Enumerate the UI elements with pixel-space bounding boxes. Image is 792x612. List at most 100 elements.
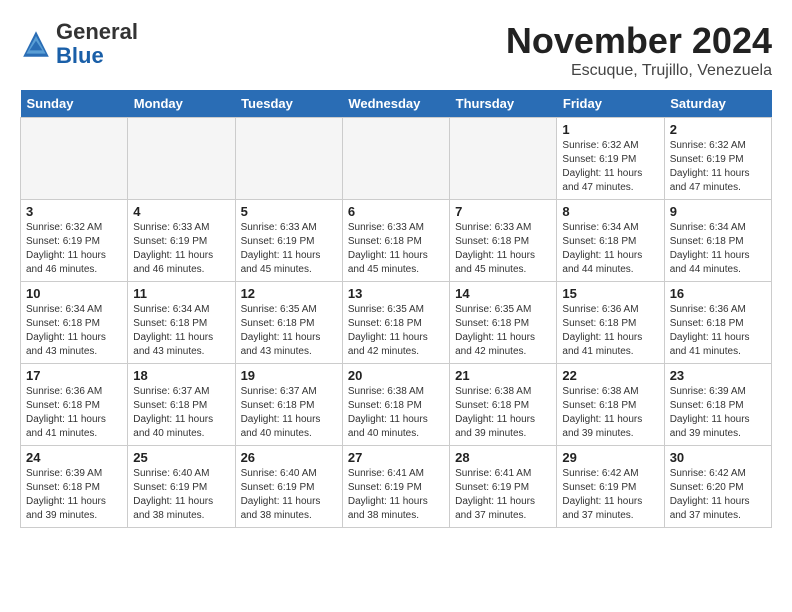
day-info: Sunrise: 6:41 AM Sunset: 6:19 PM Dayligh… (348, 467, 444, 523)
calendar-cell (128, 118, 235, 200)
day-info: Sunrise: 6:38 AM Sunset: 6:18 PM Dayligh… (562, 385, 658, 441)
calendar-cell: 4 Sunrise: 6:33 AM Sunset: 6:19 PM Daylig… (128, 200, 235, 282)
day-number: 4 (133, 204, 229, 219)
day-info: Sunrise: 6:35 AM Sunset: 6:18 PM Dayligh… (241, 303, 337, 359)
day-number: 10 (26, 286, 122, 301)
day-number: 11 (133, 286, 229, 301)
calendar-cell: 24 Sunrise: 6:39 AM Sunset: 6:18 PM Dayli… (21, 446, 128, 528)
day-number: 17 (26, 368, 122, 383)
day-info: Sunrise: 6:34 AM Sunset: 6:18 PM Dayligh… (26, 303, 122, 359)
day-info: Sunrise: 6:34 AM Sunset: 6:18 PM Dayligh… (133, 303, 229, 359)
day-number: 9 (670, 204, 766, 219)
day-number: 15 (562, 286, 658, 301)
calendar-cell: 8Sunrise: 6:34 AM Sunset: 6:18 PM Daylig… (557, 200, 664, 282)
calendar-cell: 11 Sunrise: 6:34 AM Sunset: 6:18 PM Dayli… (128, 282, 235, 364)
day-number: 18 (133, 368, 229, 383)
day-info: Sunrise: 6:33 AM Sunset: 6:19 PM Dayligh… (241, 221, 337, 277)
location-subtitle: Escuque, Trujillo, Venezuela (506, 62, 772, 80)
day-number: 27 (348, 450, 444, 465)
calendar-cell: 12 Sunrise: 6:35 AM Sunset: 6:18 PM Dayli… (235, 282, 342, 364)
calendar-cell (450, 118, 557, 200)
calendar-cell: 30 Sunrise: 6:42 AM Sunset: 6:20 PM Dayli… (664, 446, 771, 528)
calendar-cell: 28Sunrise: 6:41 AM Sunset: 6:19 PM Dayli… (450, 446, 557, 528)
day-info: Sunrise: 6:39 AM Sunset: 6:18 PM Dayligh… (26, 467, 122, 523)
logo-icon (20, 28, 52, 60)
calendar-cell: 20Sunrise: 6:38 AM Sunset: 6:18 PM Dayli… (342, 364, 449, 446)
day-number: 8 (562, 204, 658, 219)
day-info: Sunrise: 6:36 AM Sunset: 6:18 PM Dayligh… (562, 303, 658, 359)
calendar-cell: 25 Sunrise: 6:40 AM Sunset: 6:19 PM Dayli… (128, 446, 235, 528)
day-header-tuesday: Tuesday (235, 90, 342, 118)
calendar-cell: 27 Sunrise: 6:41 AM Sunset: 6:19 PM Dayli… (342, 446, 449, 528)
day-number: 21 (455, 368, 551, 383)
day-info: Sunrise: 6:40 AM Sunset: 6:19 PM Dayligh… (241, 467, 337, 523)
day-number: 19 (241, 368, 337, 383)
month-title: November 2024 (506, 20, 772, 62)
day-info: Sunrise: 6:42 AM Sunset: 6:20 PM Dayligh… (670, 467, 766, 523)
day-info: Sunrise: 6:32 AM Sunset: 6:19 PM Dayligh… (26, 221, 122, 277)
calendar-cell (342, 118, 449, 200)
day-number: 5 (241, 204, 337, 219)
day-number: 25 (133, 450, 229, 465)
day-header-saturday: Saturday (664, 90, 771, 118)
logo-blue-text: Blue (56, 43, 104, 68)
calendar-week-2: 3 Sunrise: 6:32 AM Sunset: 6:19 PM Daylig… (21, 200, 772, 282)
day-info: Sunrise: 6:37 AM Sunset: 6:18 PM Dayligh… (241, 385, 337, 441)
day-number: 29 (562, 450, 658, 465)
day-info: Sunrise: 6:33 AM Sunset: 6:18 PM Dayligh… (348, 221, 444, 277)
logo-general-text: General (56, 19, 138, 44)
calendar-cell (21, 118, 128, 200)
calendar-cell: 18 Sunrise: 6:37 AM Sunset: 6:18 PM Dayli… (128, 364, 235, 446)
calendar-cell: 13 Sunrise: 6:35 AM Sunset: 6:18 PM Dayli… (342, 282, 449, 364)
day-number: 16 (670, 286, 766, 301)
day-number: 1 (562, 122, 658, 137)
day-info: Sunrise: 6:32 AM Sunset: 6:19 PM Dayligh… (670, 139, 766, 195)
day-header-thursday: Thursday (450, 90, 557, 118)
day-number: 13 (348, 286, 444, 301)
day-number: 3 (26, 204, 122, 219)
title-block: November 2024 Escuque, Trujillo, Venezue… (506, 20, 772, 80)
logo: General Blue (20, 20, 138, 68)
day-info: Sunrise: 6:36 AM Sunset: 6:18 PM Dayligh… (670, 303, 766, 359)
calendar-cell: 7Sunrise: 6:33 AM Sunset: 6:18 PM Daylig… (450, 200, 557, 282)
day-number: 14 (455, 286, 551, 301)
calendar-cell: 5 Sunrise: 6:33 AM Sunset: 6:19 PM Daylig… (235, 200, 342, 282)
day-number: 12 (241, 286, 337, 301)
calendar-cell: 22Sunrise: 6:38 AM Sunset: 6:18 PM Dayli… (557, 364, 664, 446)
calendar-table: SundayMondayTuesdayWednesdayThursdayFrid… (20, 90, 772, 528)
day-info: Sunrise: 6:36 AM Sunset: 6:18 PM Dayligh… (26, 385, 122, 441)
day-info: Sunrise: 6:32 AM Sunset: 6:19 PM Dayligh… (562, 139, 658, 195)
calendar-cell: 6 Sunrise: 6:33 AM Sunset: 6:18 PM Daylig… (342, 200, 449, 282)
day-info: Sunrise: 6:35 AM Sunset: 6:18 PM Dayligh… (348, 303, 444, 359)
day-info: Sunrise: 6:34 AM Sunset: 6:18 PM Dayligh… (670, 221, 766, 277)
calendar-cell: 16 Sunrise: 6:36 AM Sunset: 6:18 PM Dayli… (664, 282, 771, 364)
day-header-friday: Friday (557, 90, 664, 118)
calendar-cell: 1 Sunrise: 6:32 AM Sunset: 6:19 PM Daylig… (557, 118, 664, 200)
calendar-cell: 9 Sunrise: 6:34 AM Sunset: 6:18 PM Daylig… (664, 200, 771, 282)
day-number: 6 (348, 204, 444, 219)
day-header-monday: Monday (128, 90, 235, 118)
day-number: 28 (455, 450, 551, 465)
day-header-wednesday: Wednesday (342, 90, 449, 118)
day-info: Sunrise: 6:40 AM Sunset: 6:19 PM Dayligh… (133, 467, 229, 523)
calendar-cell: 3 Sunrise: 6:32 AM Sunset: 6:19 PM Daylig… (21, 200, 128, 282)
day-number: 26 (241, 450, 337, 465)
day-number: 24 (26, 450, 122, 465)
calendar-cell: 26 Sunrise: 6:40 AM Sunset: 6:19 PM Dayli… (235, 446, 342, 528)
day-number: 20 (348, 368, 444, 383)
calendar-cell: 15 Sunrise: 6:36 AM Sunset: 6:18 PM Dayli… (557, 282, 664, 364)
calendar-body: 1 Sunrise: 6:32 AM Sunset: 6:19 PM Daylig… (21, 118, 772, 528)
calendar-cell: 2 Sunrise: 6:32 AM Sunset: 6:19 PM Daylig… (664, 118, 771, 200)
calendar-cell: 17 Sunrise: 6:36 AM Sunset: 6:18 PM Dayli… (21, 364, 128, 446)
day-info: Sunrise: 6:33 AM Sunset: 6:19 PM Dayligh… (133, 221, 229, 277)
day-info: Sunrise: 6:33 AM Sunset: 6:18 PM Dayligh… (455, 221, 551, 277)
calendar-week-4: 17 Sunrise: 6:36 AM Sunset: 6:18 PM Dayli… (21, 364, 772, 446)
day-info: Sunrise: 6:42 AM Sunset: 6:19 PM Dayligh… (562, 467, 658, 523)
calendar-week-3: 10 Sunrise: 6:34 AM Sunset: 6:18 PM Dayli… (21, 282, 772, 364)
calendar-cell: 19 Sunrise: 6:37 AM Sunset: 6:18 PM Dayli… (235, 364, 342, 446)
day-info: Sunrise: 6:37 AM Sunset: 6:18 PM Dayligh… (133, 385, 229, 441)
day-number: 2 (670, 122, 766, 137)
day-number: 30 (670, 450, 766, 465)
day-number: 23 (670, 368, 766, 383)
calendar-cell (235, 118, 342, 200)
